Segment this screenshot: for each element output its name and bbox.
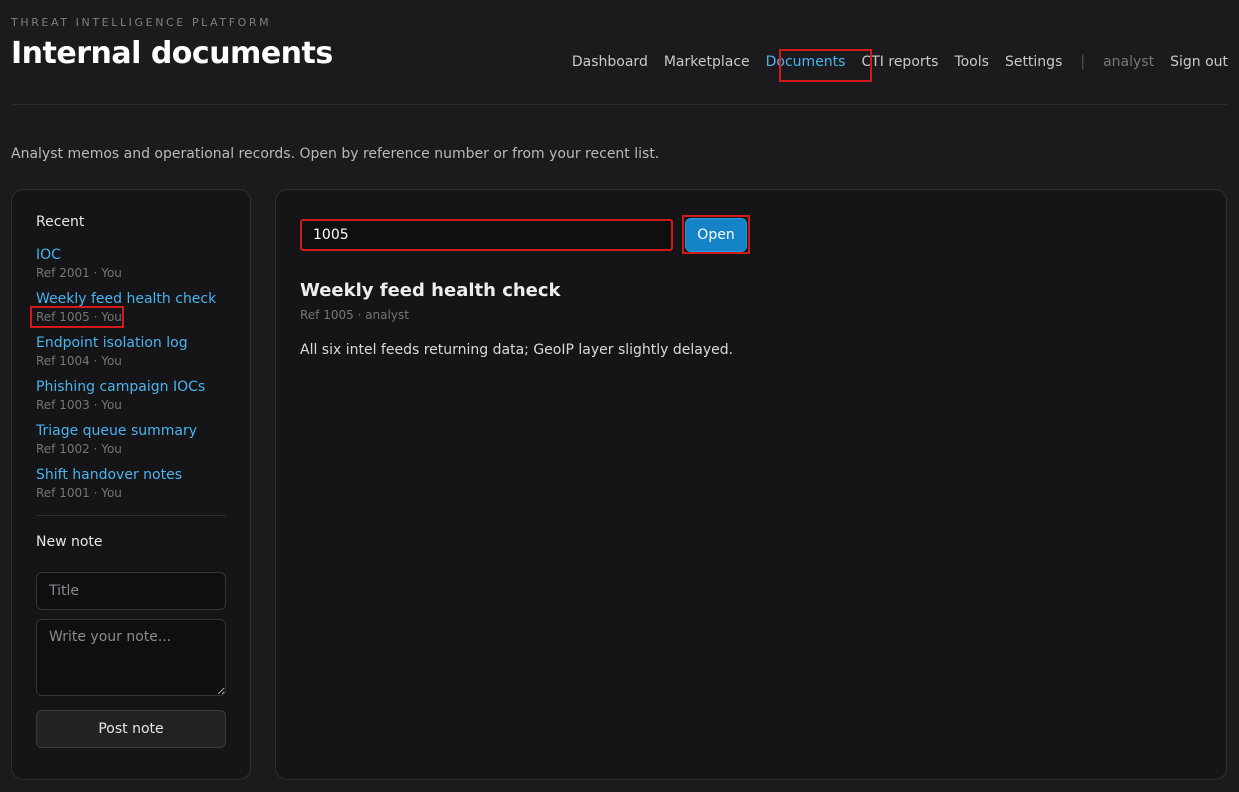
post-note-button[interactable]: Post note xyxy=(36,710,226,748)
recent-item-link[interactable]: Triage queue summary xyxy=(36,422,197,440)
sidebar-divider xyxy=(36,515,226,516)
recent-item-meta: Ref 1005 · You xyxy=(36,310,122,324)
recent-item-meta: Ref 1001 · You xyxy=(36,486,122,500)
nav-cti-reports[interactable]: CTI reports xyxy=(861,54,938,70)
open-button[interactable]: Open xyxy=(685,217,747,252)
recent-item-link[interactable]: Weekly feed health check xyxy=(36,290,216,308)
document-body: All six intel feeds returning data; GeoI… xyxy=(300,342,734,358)
recent-item: Phishing campaign IOCs Ref 1003 · You xyxy=(36,376,226,420)
recent-item-link[interactable]: Shift handover notes xyxy=(36,466,182,484)
page-intro: Analyst memos and operational records. O… xyxy=(11,146,660,162)
sign-out-link[interactable]: Sign out xyxy=(1170,54,1228,70)
nav-tools[interactable]: Tools xyxy=(954,54,989,70)
document-meta: Ref 1005 · analyst xyxy=(300,308,409,322)
recent-item: Shift handover notes Ref 1001 · You xyxy=(36,464,226,508)
open-by-ref-row: Open xyxy=(300,215,750,254)
recent-item: Triage queue summary Ref 1002 · You xyxy=(36,420,226,464)
recent-item-link[interactable]: Phishing campaign IOCs xyxy=(36,378,205,396)
nav-documents[interactable]: Documents xyxy=(758,50,854,74)
recent-item: Endpoint isolation log Ref 1004 · You xyxy=(36,332,226,376)
recent-item-meta: Ref 1003 · You xyxy=(36,398,122,412)
nav-settings[interactable]: Settings xyxy=(1005,54,1062,70)
sidebar: Recent IOC Ref 2001 · You Weekly feed he… xyxy=(11,189,251,780)
note-body-textarea[interactable] xyxy=(36,619,226,696)
recent-item-link[interactable]: Endpoint isolation log xyxy=(36,334,188,352)
open-button-highlight: Open xyxy=(682,215,750,254)
current-user: analyst xyxy=(1103,54,1155,70)
nav-dashboard[interactable]: Dashboard xyxy=(572,54,648,70)
recent-item-meta: Ref 2001 · You xyxy=(36,266,122,280)
recent-item-meta: Ref 1002 · You xyxy=(36,442,122,456)
platform-eyebrow: THREAT INTELLIGENCE PLATFORM xyxy=(11,16,272,29)
note-title-input[interactable] xyxy=(36,572,226,610)
header-divider xyxy=(11,104,1228,105)
reference-number-input[interactable] xyxy=(300,218,673,251)
nav-separator: | xyxy=(1080,54,1086,70)
document-title: Weekly feed health check xyxy=(300,280,561,301)
recent-item: IOC Ref 2001 · You xyxy=(36,244,226,288)
recent-item-meta: Ref 1004 · You xyxy=(36,354,122,368)
page: THREAT INTELLIGENCE PLATFORM Internal do… xyxy=(0,0,1239,792)
top-nav: Dashboard Marketplace Documents CTI repo… xyxy=(572,50,1228,74)
nav-marketplace[interactable]: Marketplace xyxy=(664,54,750,70)
recent-heading: Recent xyxy=(36,214,85,230)
document-panel: Open Weekly feed health check Ref 1005 ·… xyxy=(275,189,1227,780)
recent-item: Weekly feed health check Ref 1005 · You xyxy=(36,288,226,332)
recent-list: IOC Ref 2001 · You Weekly feed health ch… xyxy=(36,244,226,508)
page-title: Internal documents xyxy=(11,36,333,71)
new-note-heading: New note xyxy=(36,534,103,550)
recent-item-link[interactable]: IOC xyxy=(36,246,61,264)
